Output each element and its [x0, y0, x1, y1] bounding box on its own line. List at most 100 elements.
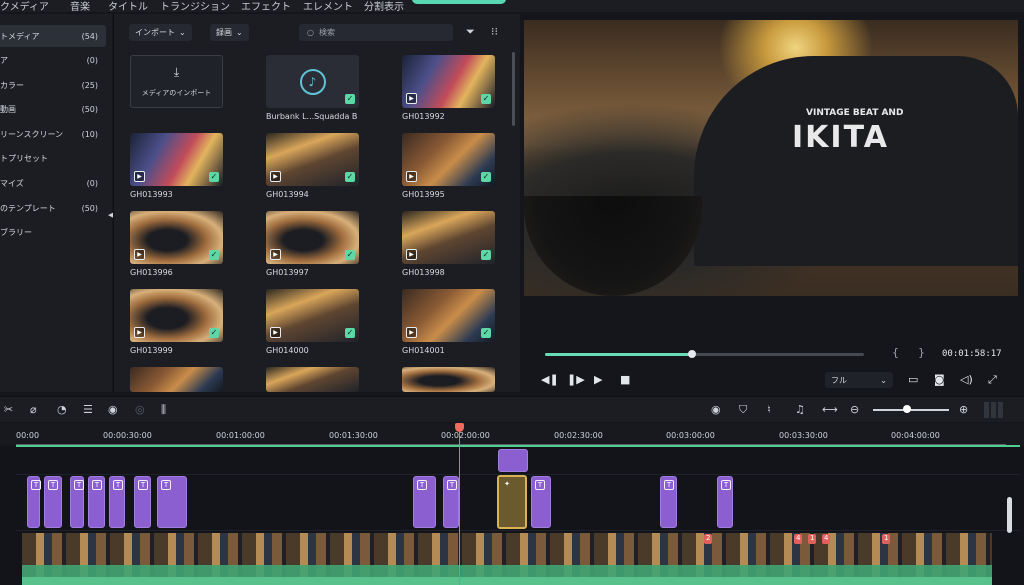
- tag-icon[interactable]: ⌀: [30, 403, 37, 416]
- sidebar-item-green-screen[interactable]: リーンスクリーン (10): [0, 123, 106, 145]
- volume-icon[interactable]: ◁): [960, 373, 973, 386]
- selected-effect-clip[interactable]: ✦: [497, 475, 527, 529]
- sidebar-item-library[interactable]: ブラリー: [0, 221, 106, 243]
- filter-icon[interactable]: ⏷: [466, 25, 475, 39]
- preview-quality-select[interactable]: フル ⌄: [825, 372, 893, 388]
- stop-icon[interactable]: ■: [620, 373, 630, 386]
- media-item[interactable]: ▶ ✓ GH013993: [130, 133, 223, 199]
- title-clip[interactable]: T: [109, 476, 125, 528]
- ai-icon[interactable]: ◎: [135, 403, 145, 416]
- sidebar-item-templates[interactable]: のテンプレート (50): [0, 197, 106, 219]
- title-clip[interactable]: T: [44, 476, 62, 528]
- adjust-sliders-icon[interactable]: ☰: [83, 403, 93, 416]
- title-clip[interactable]: T: [88, 476, 105, 528]
- media-item[interactable]: ▶ ✓ GH013995: [402, 133, 495, 199]
- sidebar-item-count: (10): [81, 129, 98, 139]
- tab-audio[interactable]: 音楽: [70, 0, 90, 13]
- media-item[interactable]: ▶ ✓ GH013998: [402, 211, 495, 277]
- media-item[interactable]: ▶ ✓ GH013996: [130, 211, 223, 277]
- media-item[interactable]: [130, 367, 223, 392]
- zoom-out-icon[interactable]: ⊖: [850, 403, 859, 416]
- speed-icon[interactable]: ◔: [57, 403, 67, 416]
- audio-wave-icon[interactable]: ◉: [108, 403, 118, 416]
- export-button[interactable]: [412, 0, 506, 4]
- media-scrollbar[interactable]: [512, 52, 515, 126]
- title-clip[interactable]: T: [660, 476, 677, 528]
- media-item-name: GH013993: [130, 190, 173, 199]
- mark-out-icon[interactable]: }: [918, 346, 925, 359]
- timeline-vertical-scrollbar[interactable]: [1007, 497, 1012, 533]
- title-clip[interactable]: T: [27, 476, 41, 528]
- chevron-down-icon: ⌄: [880, 375, 887, 385]
- playback-progress-bar[interactable]: [545, 350, 864, 358]
- title-clip[interactable]: T: [443, 476, 459, 528]
- fit-timeline-icon[interactable]: ⟷: [822, 403, 838, 416]
- media-item[interactable]: ♪ ✓ Burbank L...Squadda B: [266, 55, 359, 121]
- timeline-ruler[interactable]: 00:00 00:00:30:00 00:01:00:00 00:01:30:0…: [0, 423, 1024, 445]
- ruler-label: 00:02:30:00: [554, 431, 603, 440]
- media-item-name: GH013992: [402, 112, 445, 121]
- sidebar-item-media[interactable]: ア (0): [0, 49, 106, 71]
- media-item[interactable]: ▶ ✓ GH014000: [266, 289, 359, 355]
- media-item[interactable]: ▶ ✓ GH014001: [402, 289, 495, 355]
- media-item[interactable]: [402, 367, 495, 392]
- marker-shield-icon[interactable]: ⛉: [739, 403, 747, 417]
- video-preview[interactable]: VINTAGE BEAT AND IKITA: [524, 20, 1018, 296]
- tab-effects[interactable]: エフェクト: [241, 0, 291, 13]
- media-item[interactable]: ▶ ✓ GH013994: [266, 133, 359, 199]
- chevron-down-icon: ⌄: [236, 28, 243, 37]
- waveform-icon[interactable]: ⫼: [161, 403, 166, 417]
- fullscreen-icon[interactable]: ⤢: [988, 373, 997, 387]
- import-dropdown[interactable]: インポート ⌄: [129, 24, 192, 41]
- title-clip-icon: T: [447, 480, 457, 490]
- checkmark-icon: ✓: [209, 250, 219, 260]
- title-clip[interactable]: T: [70, 476, 84, 528]
- previous-frame-icon[interactable]: ◀❚: [541, 373, 559, 386]
- zoom-in-icon[interactable]: ⊕: [959, 403, 968, 416]
- title-clip[interactable]: T: [134, 476, 151, 528]
- tab-transitions[interactable]: トランジション: [160, 0, 230, 13]
- timeline-zoom-slider[interactable]: [873, 409, 949, 411]
- title-clip[interactable]: T: [531, 476, 551, 528]
- sidebar-item-project-media[interactable]: トメディア (54): [0, 25, 106, 47]
- media-item[interactable]: ▶ ✓ GH013992: [402, 55, 495, 121]
- title-clip[interactable]: T: [717, 476, 733, 528]
- media-item[interactable]: ▶ ✓ GH013999: [130, 289, 223, 355]
- sidebar-item-presets[interactable]: トプリセット: [0, 147, 106, 169]
- next-frame-icon[interactable]: ❚▶: [567, 373, 585, 386]
- sidebar-item-video[interactable]: 動画 (50): [0, 98, 106, 120]
- render-preview-icon[interactable]: ◉: [711, 403, 721, 416]
- import-media-tile[interactable]: ⤓ メディアのインポート: [130, 55, 223, 108]
- sidebar-item-customize[interactable]: マイズ (0): [0, 172, 106, 194]
- record-dropdown[interactable]: 録画 ⌄: [210, 24, 249, 41]
- tab-media[interactable]: クメディア: [0, 0, 49, 13]
- sidebar-item-color[interactable]: カラー (25): [0, 74, 106, 96]
- playhead-line[interactable]: [459, 424, 460, 585]
- playhead-handle[interactable]: [455, 423, 464, 432]
- media-item[interactable]: ▶ ✓ GH013997: [266, 211, 359, 277]
- mark-in-icon[interactable]: {: [892, 346, 899, 359]
- media-item[interactable]: [266, 367, 359, 392]
- microphone-icon[interactable]: ♮: [767, 403, 771, 416]
- video-clip-icon: ▶: [406, 171, 417, 182]
- split-scissors-icon[interactable]: ✂: [4, 403, 13, 416]
- media-search-input[interactable]: ○ 検索: [299, 24, 453, 41]
- display-icon[interactable]: ▭: [908, 373, 918, 386]
- playback-progress-knob[interactable]: [687, 350, 696, 358]
- tab-split-screen[interactable]: 分割表示: [364, 0, 404, 13]
- preview-frame-text-small: VINTAGE BEAT AND: [806, 108, 904, 118]
- title-clip-icon: T: [113, 480, 123, 490]
- tab-elements[interactable]: エレメント: [303, 0, 353, 13]
- title-clip[interactable]: T: [413, 476, 436, 528]
- grid-view-icon[interactable]: ⁝⁝: [491, 25, 498, 38]
- title-clip[interactable]: T: [157, 476, 187, 528]
- main-video-track[interactable]: 2 4 1 4 1: [22, 533, 992, 585]
- track-layout-icon[interactable]: [984, 402, 1004, 418]
- preview-panel: VINTAGE BEAT AND IKITA { } 00:01:58:17 ◀…: [522, 14, 1024, 392]
- timeline-zoom-knob[interactable]: [903, 405, 912, 413]
- tab-titles[interactable]: タイトル: [108, 0, 148, 13]
- timeline-clip[interactable]: [498, 449, 528, 472]
- snapshot-camera-icon[interactable]: ◙: [934, 373, 945, 386]
- music-list-icon[interactable]: ♫: [795, 403, 805, 416]
- play-icon[interactable]: ▶: [594, 373, 602, 386]
